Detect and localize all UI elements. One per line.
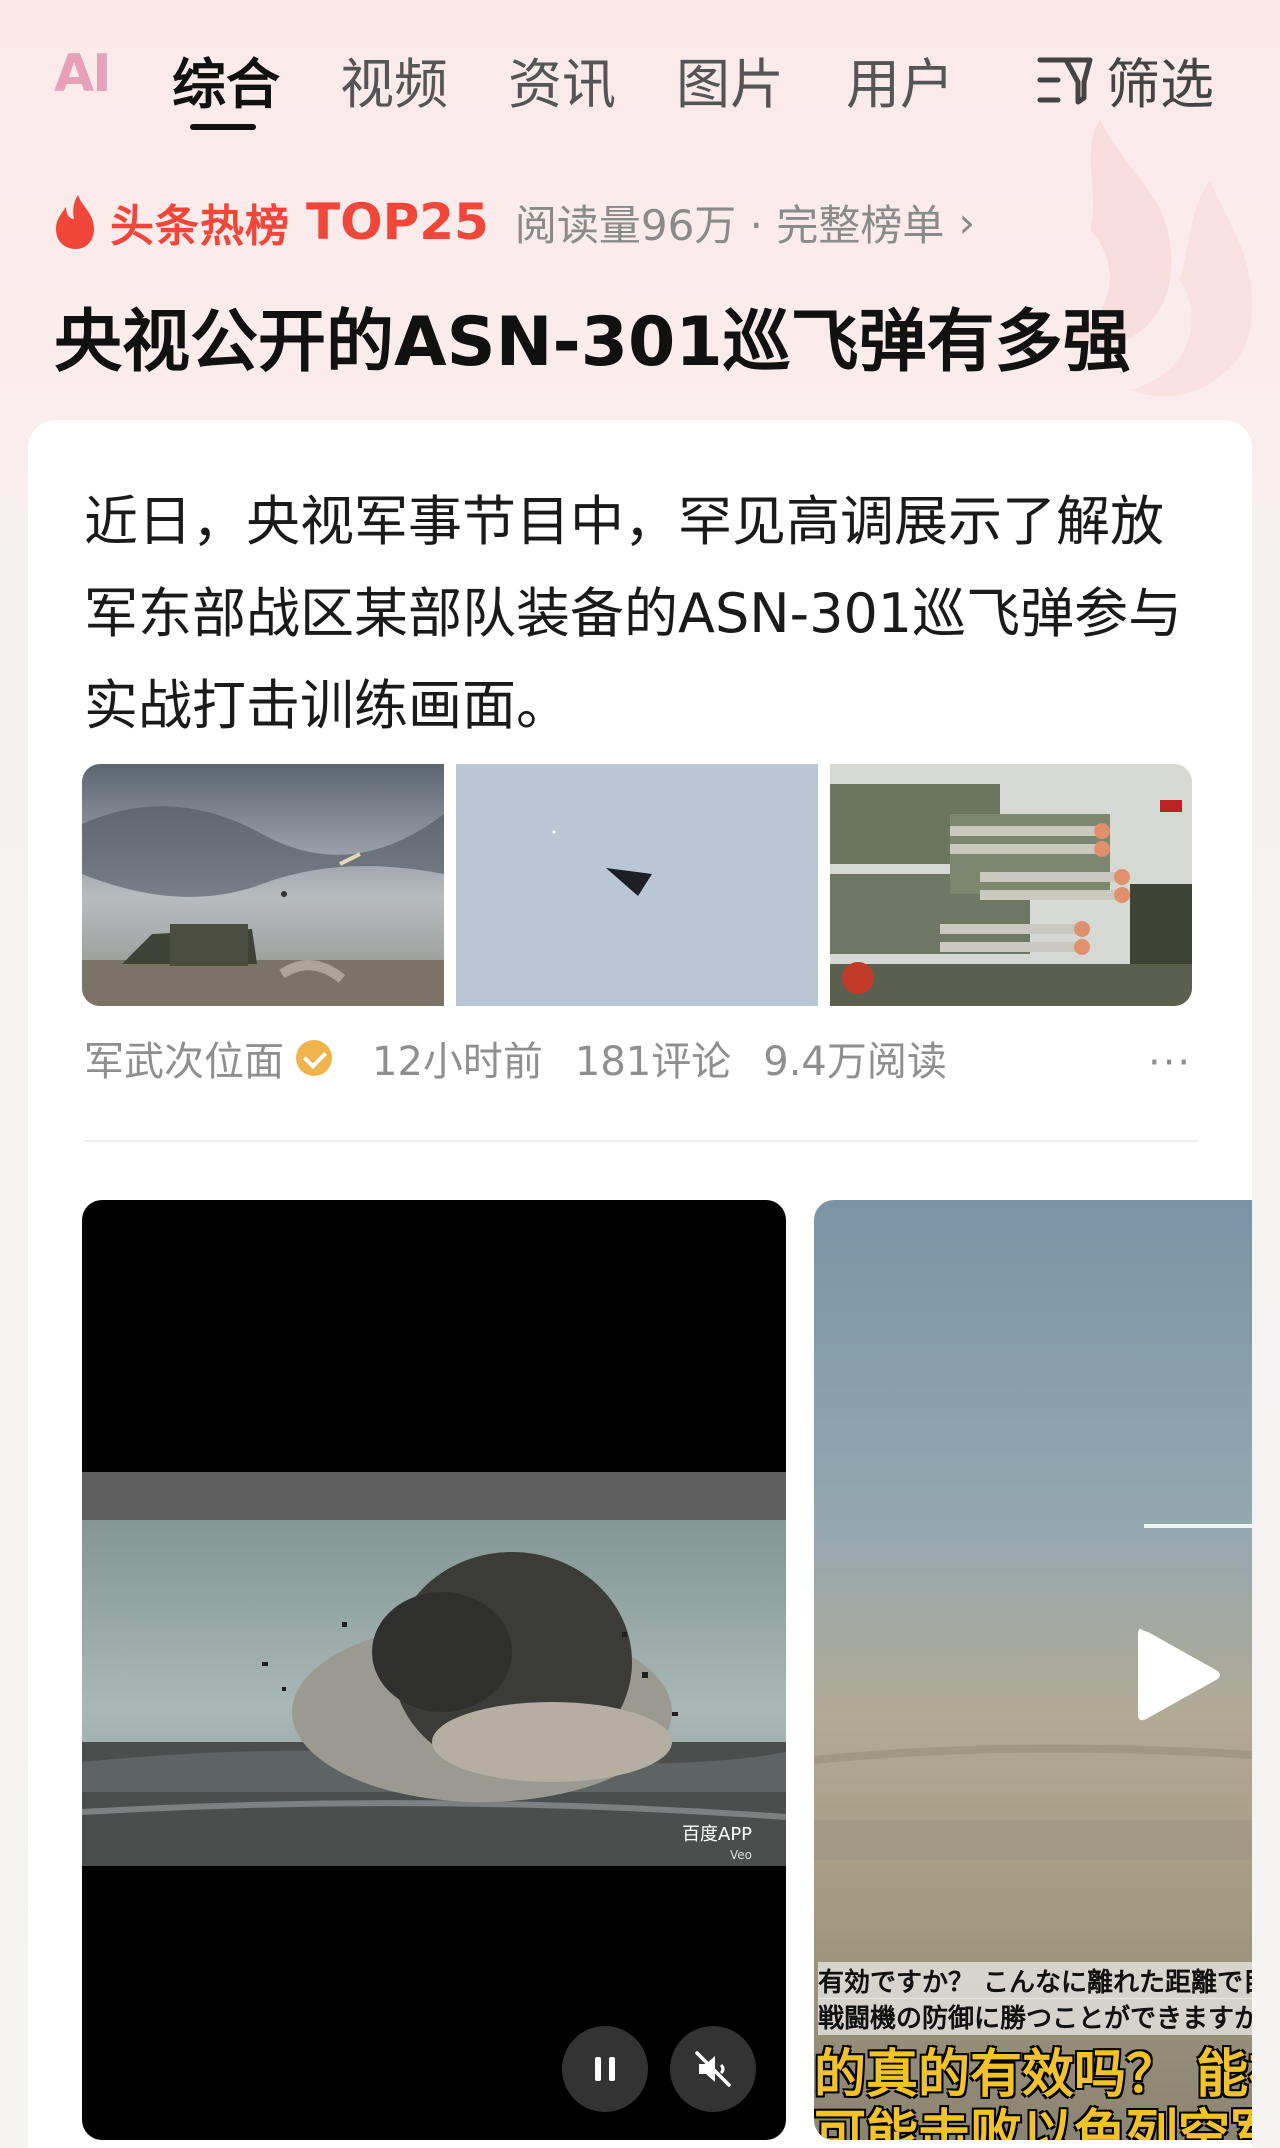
verified-badge-icon: [296, 1040, 332, 1076]
subtitle-line-1: 有効ですか？ こんなに離れた距離で目: [818, 1962, 1252, 1999]
active-tab-indicator: [190, 124, 256, 130]
divider: [84, 1140, 1198, 1142]
video-frame-explosion: [82, 1472, 786, 1866]
ai-tab[interactable]: AI: [54, 44, 112, 104]
baidu-app-watermark: 百度APP Veo: [682, 1824, 753, 1862]
more-options-icon[interactable]: ···: [1148, 1040, 1192, 1086]
image-gallery: [82, 764, 1198, 1006]
mute-button[interactable]: [670, 2026, 756, 2112]
read-count: 9.4万阅读: [763, 1039, 947, 1085]
filter-label: 筛选: [1106, 53, 1214, 116]
parade-missiles-image[interactable]: [830, 764, 1192, 1006]
pause-button[interactable]: [562, 2026, 648, 2112]
hotlist-banner[interactable]: 头条热榜 TOP25 阅读量96万 · 完整榜单 ›: [52, 190, 975, 254]
tab-video[interactable]: 视频: [340, 40, 448, 119]
comment-count: 181评论: [574, 1039, 732, 1085]
article-meta: 军武次位面 12小时前 181评论 9.4万阅读: [84, 1030, 947, 1086]
hotlist-meta: 阅读量96万 · 完整榜单: [514, 200, 945, 250]
filter-icon: [1037, 57, 1093, 104]
launcher-vehicle-image[interactable]: [82, 764, 444, 1006]
publish-time: 12小时前: [372, 1039, 543, 1085]
drone-in-sky-image[interactable]: [456, 764, 818, 1006]
article-snippet[interactable]: 近日，央视军事节目中，罕见高调展示了解放军东部战区某部队装备的ASN-301巡飞…: [84, 476, 1204, 752]
subtitle-line-4: 可能击败以色列空军: [814, 2105, 1252, 2140]
video-player-main[interactable]: 百度APP Veo: [82, 1200, 786, 2140]
tab-images[interactable]: 图片: [676, 40, 784, 119]
subtitle-line-2: 戦闘機の防御に勝つことができますか: [818, 1998, 1252, 2035]
chevron-right-icon: ›: [958, 197, 976, 247]
muted-speaker-icon: [695, 2051, 731, 2087]
pause-icon: [595, 2057, 615, 2081]
hotlist-brand: 头条热榜: [110, 201, 290, 252]
page-title[interactable]: 央视公开的ASN-301巡飞弹有多强: [54, 286, 1131, 385]
tab-news[interactable]: 资讯: [508, 40, 616, 119]
filter-button[interactable]: 筛选: [1036, 40, 1214, 119]
video-player-secondary[interactable]: 有効ですか？ こんなに離れた距離で目 戦闘機の防御に勝つことができますか 的真的…: [814, 1200, 1252, 2140]
tab-comprehensive[interactable]: 综合: [172, 40, 280, 119]
tab-users[interactable]: 用户: [846, 40, 954, 119]
hotlist-rank: TOP25: [306, 193, 489, 251]
fire-icon: [56, 195, 94, 249]
play-icon[interactable]: [1130, 1620, 1226, 1730]
author-name[interactable]: 军武次位面: [84, 1029, 284, 1087]
